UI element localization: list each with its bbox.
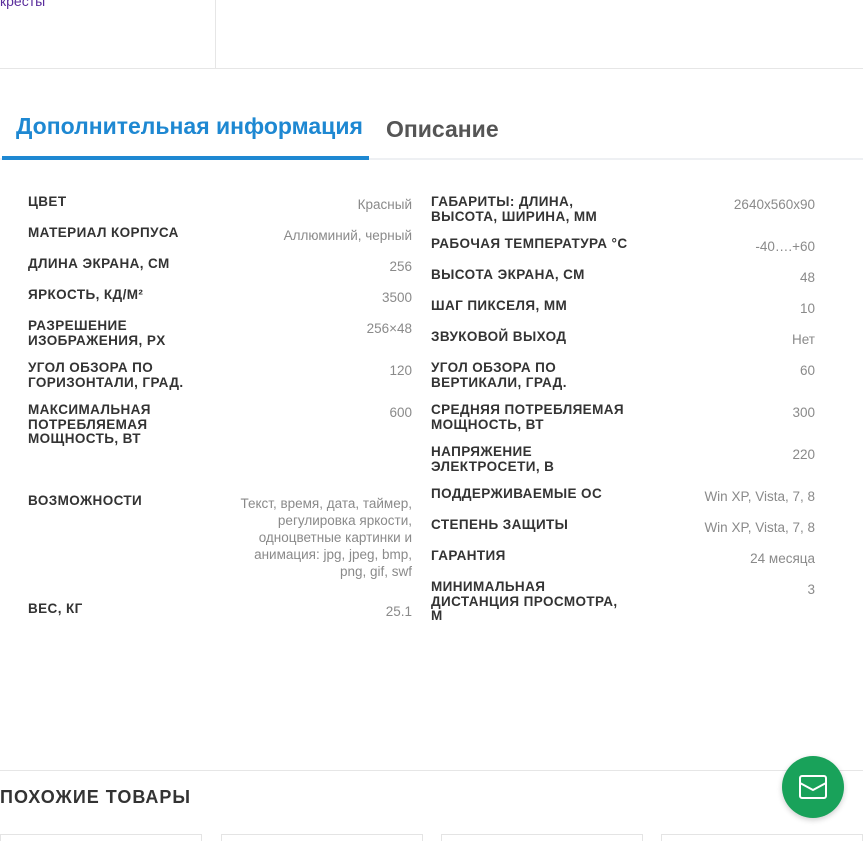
spec-label: Цвет <box>28 194 67 209</box>
spec-row: Яркость, кд/м² 3500 <box>28 287 412 306</box>
spec-value: Текст, время, дата, таймер, регулировка … <box>240 495 412 579</box>
spec-label: Напряжение электросети, В <box>431 444 555 474</box>
spec-row: Угол обзора по вертикали, град. 60 <box>431 360 815 390</box>
spec-row: Возможности Текст, время, дата, таймер, р… <box>28 492 412 580</box>
spec-row: Длина экрана, см 256 <box>28 256 412 275</box>
spec-row: Габариты: Длина, Высота, Ширина, мм 2640x… <box>431 194 815 224</box>
spec-value: 25.1 <box>385 603 412 619</box>
spec-label: Максимальная потребляемая мощность, Вт <box>28 402 151 446</box>
product-tabs: Дополнительная информация Описание <box>0 100 863 160</box>
spec-row: Цвет Красный <box>28 194 412 213</box>
spec-value: Аллюминий, черный <box>283 228 412 243</box>
contact-mail-button[interactable] <box>782 756 844 818</box>
specs-right-column: Габариты: Длина, Высота, Ширина, мм 2640x… <box>431 194 815 637</box>
spec-label: Минимальная дистанция просмотра, м <box>431 579 618 623</box>
spec-label: Степень защиты <box>431 517 569 532</box>
top-area: кресты <box>0 0 863 69</box>
spec-value: Красный <box>357 197 412 212</box>
spec-value: 256 <box>389 259 412 274</box>
spec-row: Высота экрана, см 48 <box>431 267 815 286</box>
spec-value: Win XP, Vista, 7, 8 <box>704 489 815 504</box>
spec-value: 600 <box>389 405 412 420</box>
spec-value: 256×48 <box>366 321 412 336</box>
spec-value: Win XP, Vista, 7, 8 <box>704 520 815 535</box>
spec-value: 2640x560x90 <box>733 197 815 212</box>
spec-label: Звуковой выход <box>431 329 567 344</box>
spec-row: Рабочая температура °C -40….+60 <box>431 236 815 255</box>
spec-value: Нет <box>792 332 815 347</box>
spec-row: Средняя потребляемая мощность, Вт 300 <box>431 402 815 432</box>
spec-row: Вес, кг 25.1 <box>28 600 412 620</box>
spec-value: 3 <box>807 582 815 597</box>
similar-products-title: ПОХОЖИЕ ТОВАРЫ <box>0 787 192 807</box>
spec-row: Поддерживаемые ОС Win XP, Vista, 7, 8 <box>431 486 815 505</box>
spec-row: Материал корпуса Аллюминий, черный <box>28 225 412 244</box>
spec-row: Степень защиты Win XP, Vista, 7, 8 <box>431 517 815 536</box>
category-link[interactable]: кресты <box>0 0 45 9</box>
tab-description-label: Описание <box>386 116 499 142</box>
spec-value: 10 <box>799 301 815 316</box>
spec-label: Рабочая температура °C <box>431 236 628 251</box>
spec-row: Максимальная потребляемая мощность, Вт 60… <box>28 402 412 447</box>
spec-value: -40….+60 <box>755 239 815 254</box>
spec-label: Средняя потребляемая мощность, Вт <box>431 402 624 432</box>
spec-label: Угол обзора по горизонтали, град. <box>28 360 184 390</box>
mail-icon <box>799 775 827 799</box>
top-left-column: кресты <box>0 0 216 68</box>
tab-additional-info[interactable]: Дополнительная информация <box>2 100 369 160</box>
spec-row: Минимальная дистанция просмотра, м 3 <box>431 579 815 624</box>
spec-row: Напряжение электросети, В 220 <box>431 444 815 474</box>
spec-row: Шаг пикселя, мм 10 <box>431 298 815 317</box>
spec-label: Габариты: Длина, Высота, Ширина, мм <box>431 194 598 224</box>
spec-label: Яркость, кд/м² <box>28 287 144 302</box>
spec-value: 220 <box>792 447 815 462</box>
spec-value: 120 <box>389 363 412 378</box>
spec-value: 300 <box>792 405 815 420</box>
spec-row: Гарантия 24 месяца <box>431 548 815 567</box>
spec-label: Разрешение изображения, px <box>28 318 166 348</box>
spec-label: Высота экрана, см <box>431 267 585 282</box>
spec-label: Угол обзора по вертикали, град. <box>431 360 567 390</box>
spec-value: 48 <box>799 270 815 285</box>
spec-label: Материал корпуса <box>28 225 179 240</box>
spec-label: Поддерживаемые ОС <box>431 486 603 501</box>
spec-label: Длина экрана, см <box>28 256 170 271</box>
spec-label: Возможности <box>28 492 143 508</box>
spec-value: 3500 <box>381 290 412 305</box>
spec-value: 24 месяца <box>750 551 815 566</box>
similar-products-section: ПОХОЖИЕ ТОВАРЫ <box>0 770 863 841</box>
specs-left-column: Цвет Красный Материал корпуса Аллюминий, ч… <box>28 194 412 633</box>
spec-value: 60 <box>799 363 815 378</box>
spec-row: Звуковой выход Нет <box>431 329 815 348</box>
spec-label: Шаг пикселя, мм <box>431 298 568 313</box>
spec-row: Разрешение изображения, px 256×48 <box>28 318 412 348</box>
spec-row: Угол обзора по горизонтали, град. 120 <box>28 360 412 390</box>
tab-additional-info-label: Дополнительная информация <box>16 113 363 139</box>
spec-label: Вес, кг <box>28 600 83 616</box>
spec-label: Гарантия <box>431 548 506 563</box>
